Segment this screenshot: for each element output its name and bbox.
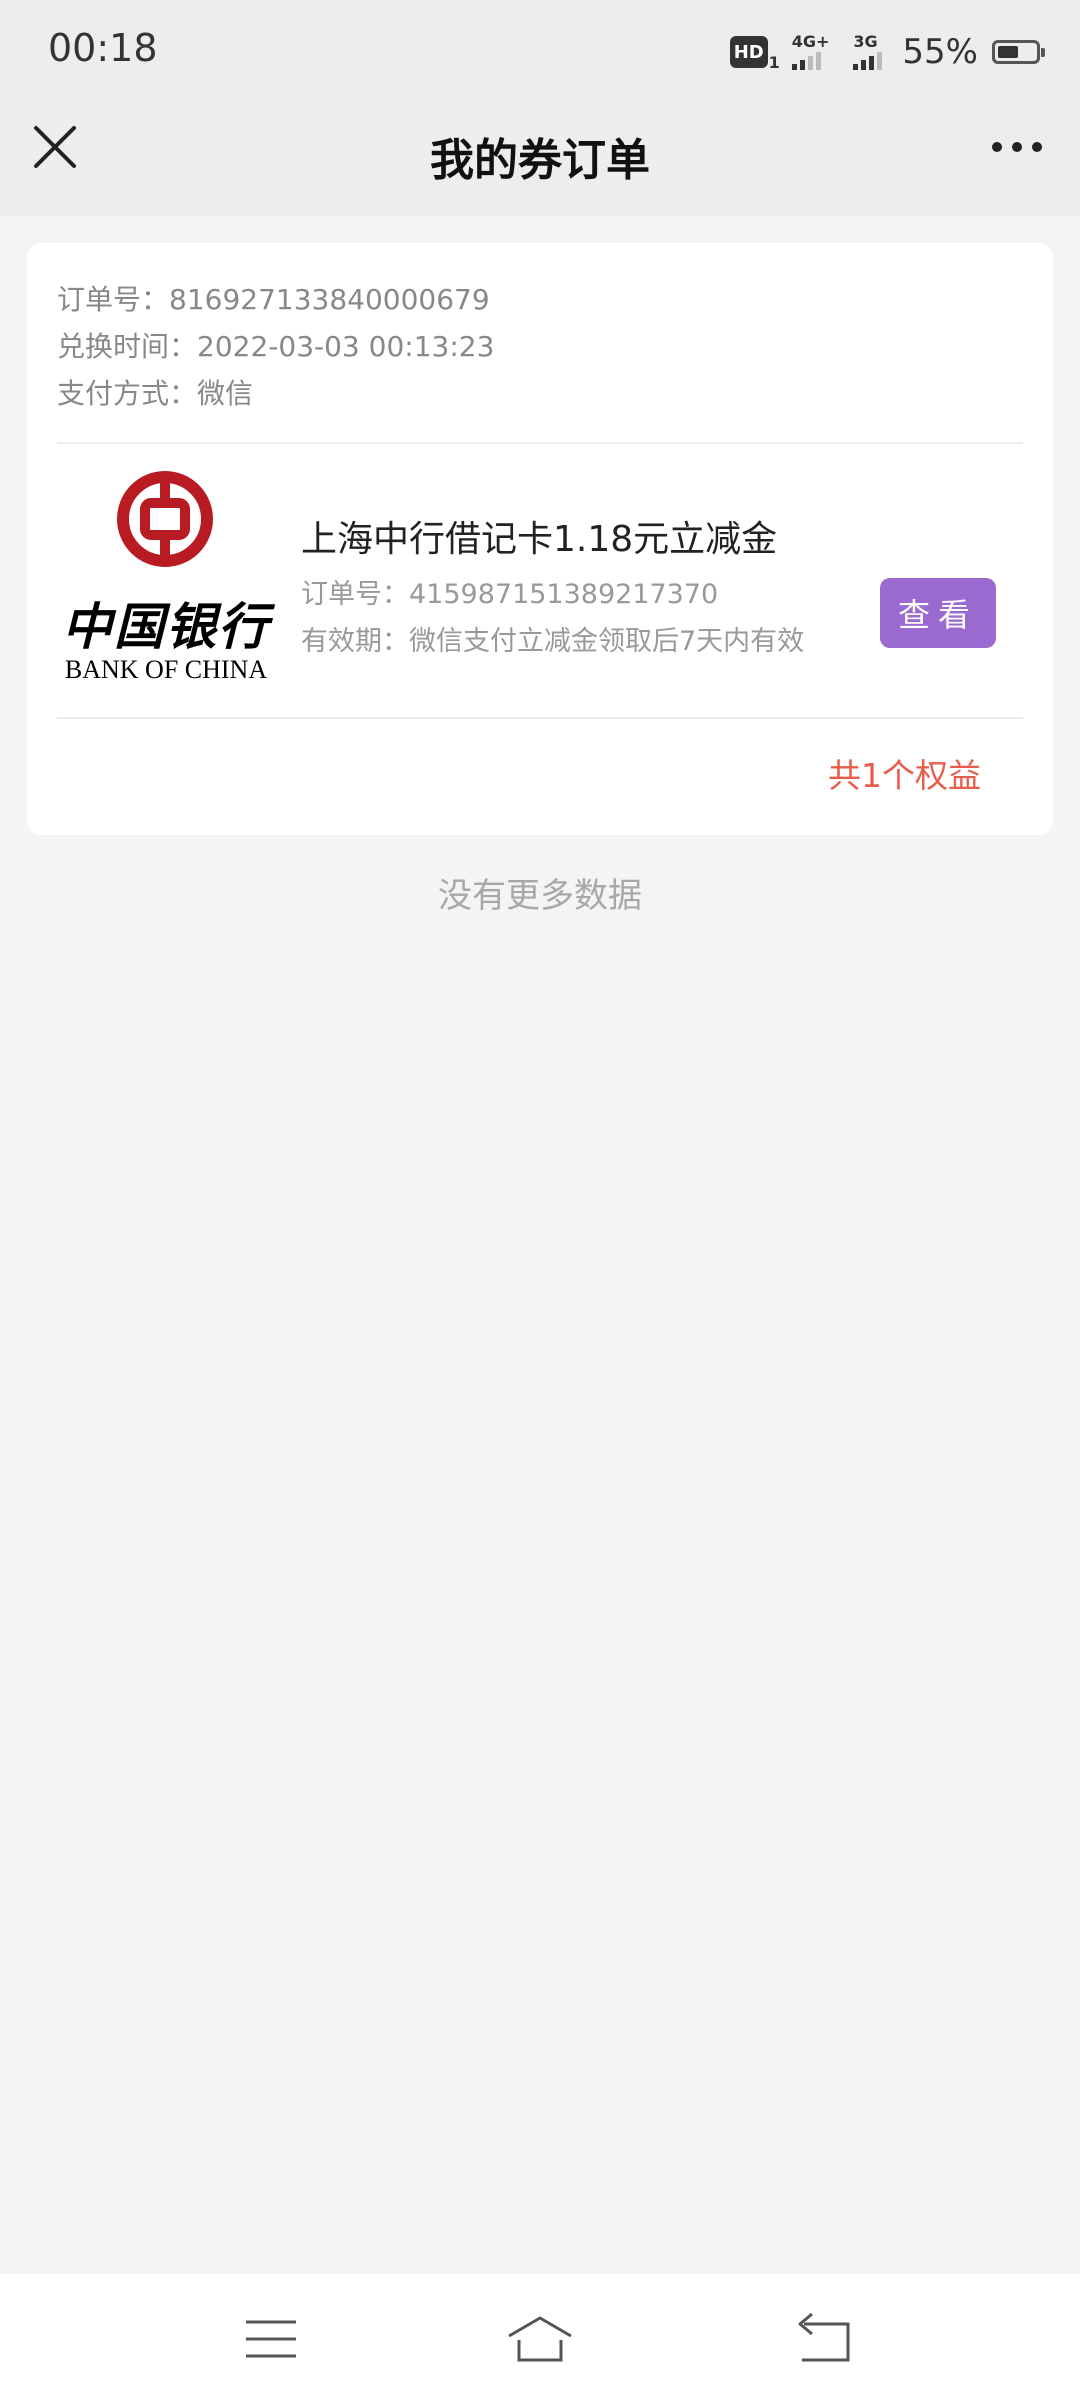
coupon-order-number: 订单号：415987151389217370 [301, 579, 719, 610]
exchange-time: 兑换时间：2022-03-03 00:13:23 [57, 330, 495, 363]
battery-icon [992, 40, 1045, 64]
payment-method: 支付方式：微信 [57, 377, 254, 410]
benefit-count: 共1个权益 [828, 756, 981, 795]
menu-icon[interactable] [236, 2304, 306, 2374]
bank-of-china-logo: 中国银行 BANK OF CHINA [57, 469, 275, 689]
divider [57, 717, 1023, 719]
battery-percent: 55% [902, 32, 978, 72]
hd-icon: HD 1 [729, 36, 780, 72]
status-time: 00:18 [48, 26, 158, 70]
order-card: 订单号：816927133840000679 兑换时间：2022-03-03 0… [27, 243, 1053, 835]
back-icon[interactable] [788, 2304, 858, 2374]
status-icons: HD 1 4G+ 3G 55% [729, 30, 1045, 74]
logo-text-cn: 中国银行 [62, 597, 270, 656]
coupon-validity: 有效期：微信支付立减金领取后7天内有效 [301, 626, 805, 657]
status-bar: 00:18 HD 1 4G+ 3G 55% [0, 0, 1080, 100]
page-title: 我的券订单 [430, 135, 650, 186]
order-number: 订单号：816927133840000679 [57, 283, 490, 316]
order-meta: 订单号：816927133840000679 兑换时间：2022-03-03 0… [57, 276, 494, 417]
divider [57, 442, 1023, 444]
logo-text-en: BANK OF CHINA [64, 655, 268, 684]
coupon-details: 订单号：415987151389217370 有效期：微信支付立减金领取后7天内… [301, 571, 804, 665]
signal-4g-icon: 4G+ [791, 34, 829, 70]
title-bar: 我的券订单 [0, 100, 1080, 216]
bank-of-china-emblem-icon [117, 471, 213, 567]
more-icon[interactable] [992, 142, 1042, 152]
system-nav-bar [0, 2274, 1080, 2400]
view-button[interactable]: 查看 [880, 578, 996, 648]
no-more-data-text: 没有更多数据 [438, 876, 642, 916]
signal-3g-icon: 3G [853, 34, 883, 70]
home-icon[interactable] [505, 2304, 575, 2374]
coupon-title: 上海中行借记卡1.18元立减金 [301, 519, 778, 560]
